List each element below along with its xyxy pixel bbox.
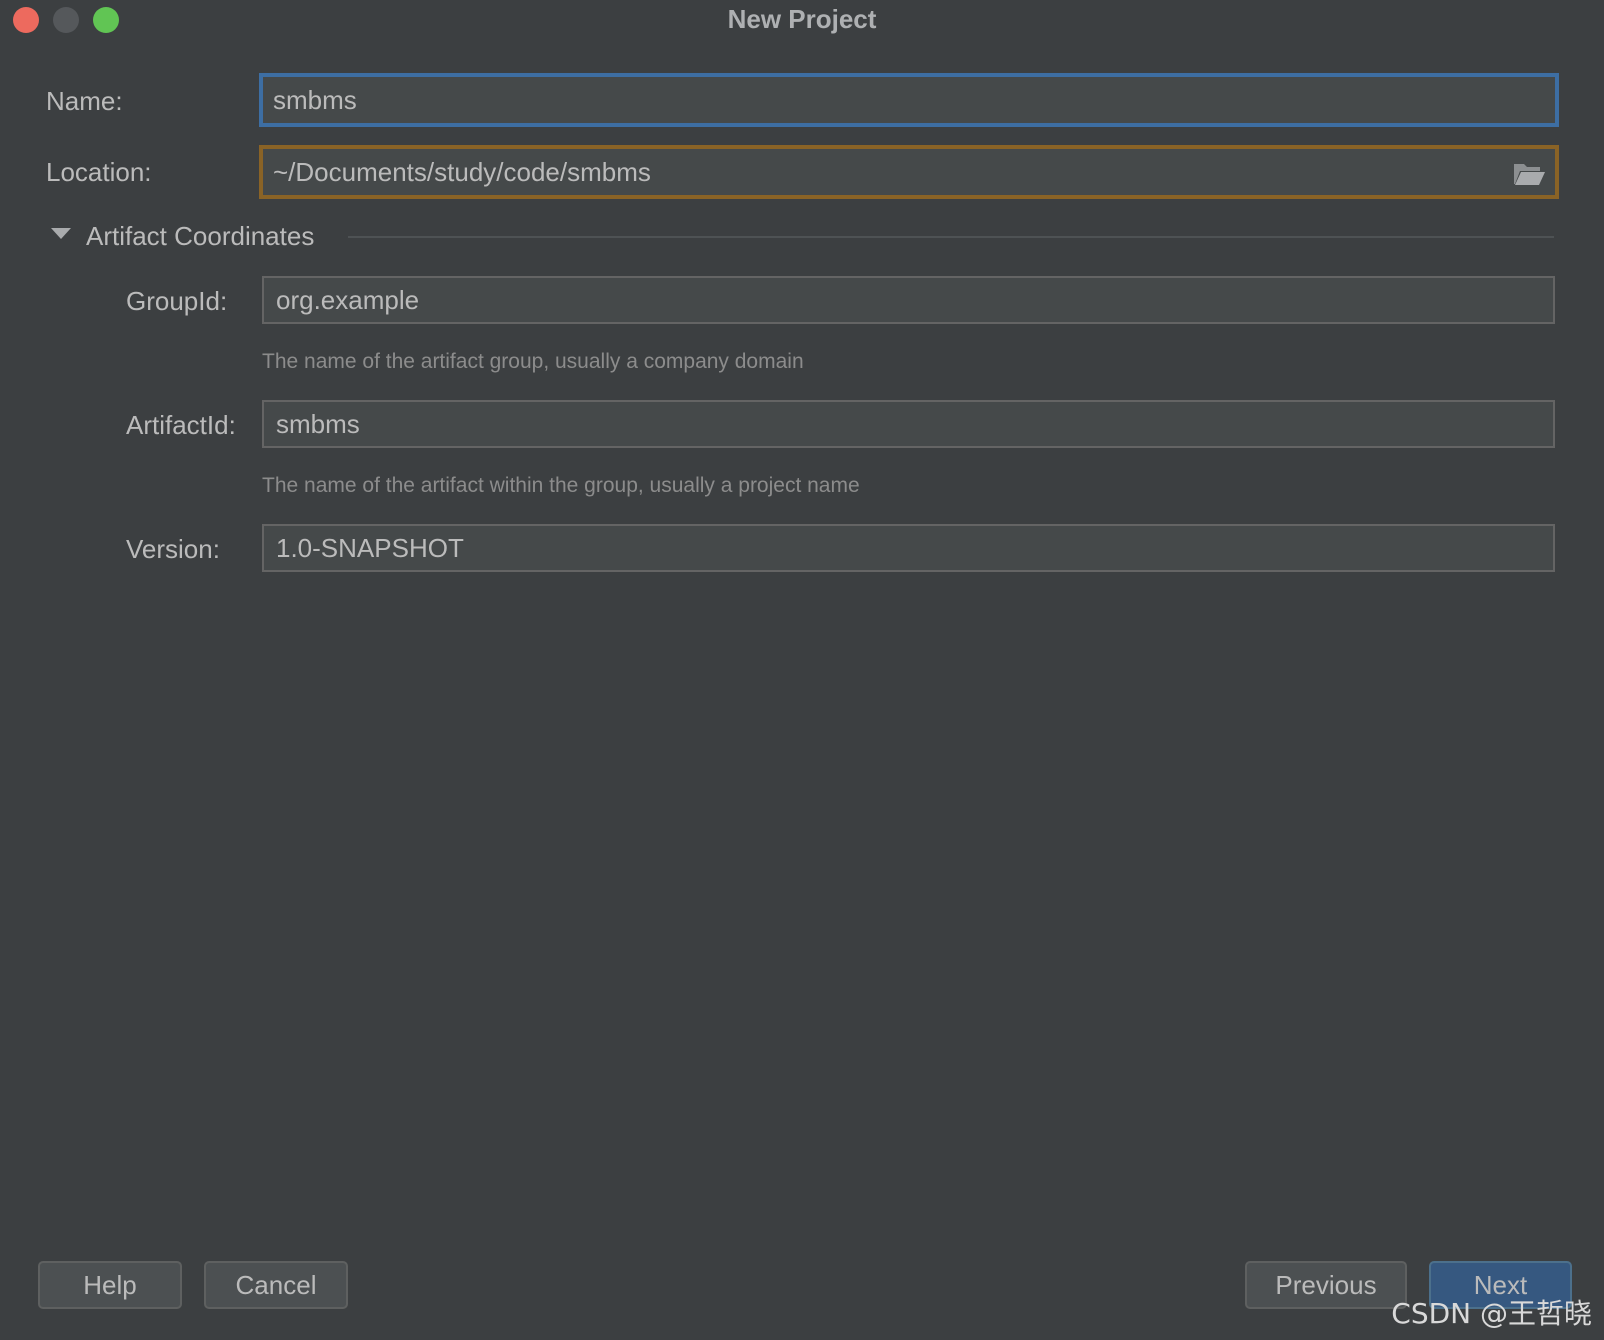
name-input[interactable]	[259, 73, 1559, 127]
folder-open-icon[interactable]	[1512, 158, 1546, 188]
groupid-input[interactable]	[262, 276, 1555, 324]
name-label: Name:	[46, 86, 123, 116]
artifactid-input[interactable]	[262, 400, 1555, 448]
watermark-text: CSDN @王哲晓	[1391, 1297, 1592, 1330]
title-bar: New Project	[0, 0, 1604, 40]
help-button[interactable]: Help	[38, 1261, 182, 1309]
version-input[interactable]	[262, 524, 1555, 572]
location-input[interactable]	[259, 145, 1559, 199]
artifactid-hint: The name of the artifact within the grou…	[262, 474, 860, 497]
cancel-button[interactable]: Cancel	[204, 1261, 348, 1309]
new-project-dialog: New Project Name: Location: Artifact Coo…	[0, 0, 1604, 1340]
collapse-arrow-icon[interactable]	[51, 228, 71, 239]
version-label: Version:	[126, 534, 220, 564]
section-divider	[348, 236, 1554, 238]
previous-button[interactable]: Previous	[1245, 1261, 1407, 1309]
artifact-coordinates-title[interactable]: Artifact Coordinates	[86, 221, 314, 251]
artifactid-label: ArtifactId:	[126, 410, 236, 440]
window-title: New Project	[727, 4, 877, 34]
groupid-label: GroupId:	[126, 286, 228, 316]
groupid-hint: The name of the artifact group, usually …	[262, 350, 804, 373]
location-label: Location:	[46, 157, 152, 187]
